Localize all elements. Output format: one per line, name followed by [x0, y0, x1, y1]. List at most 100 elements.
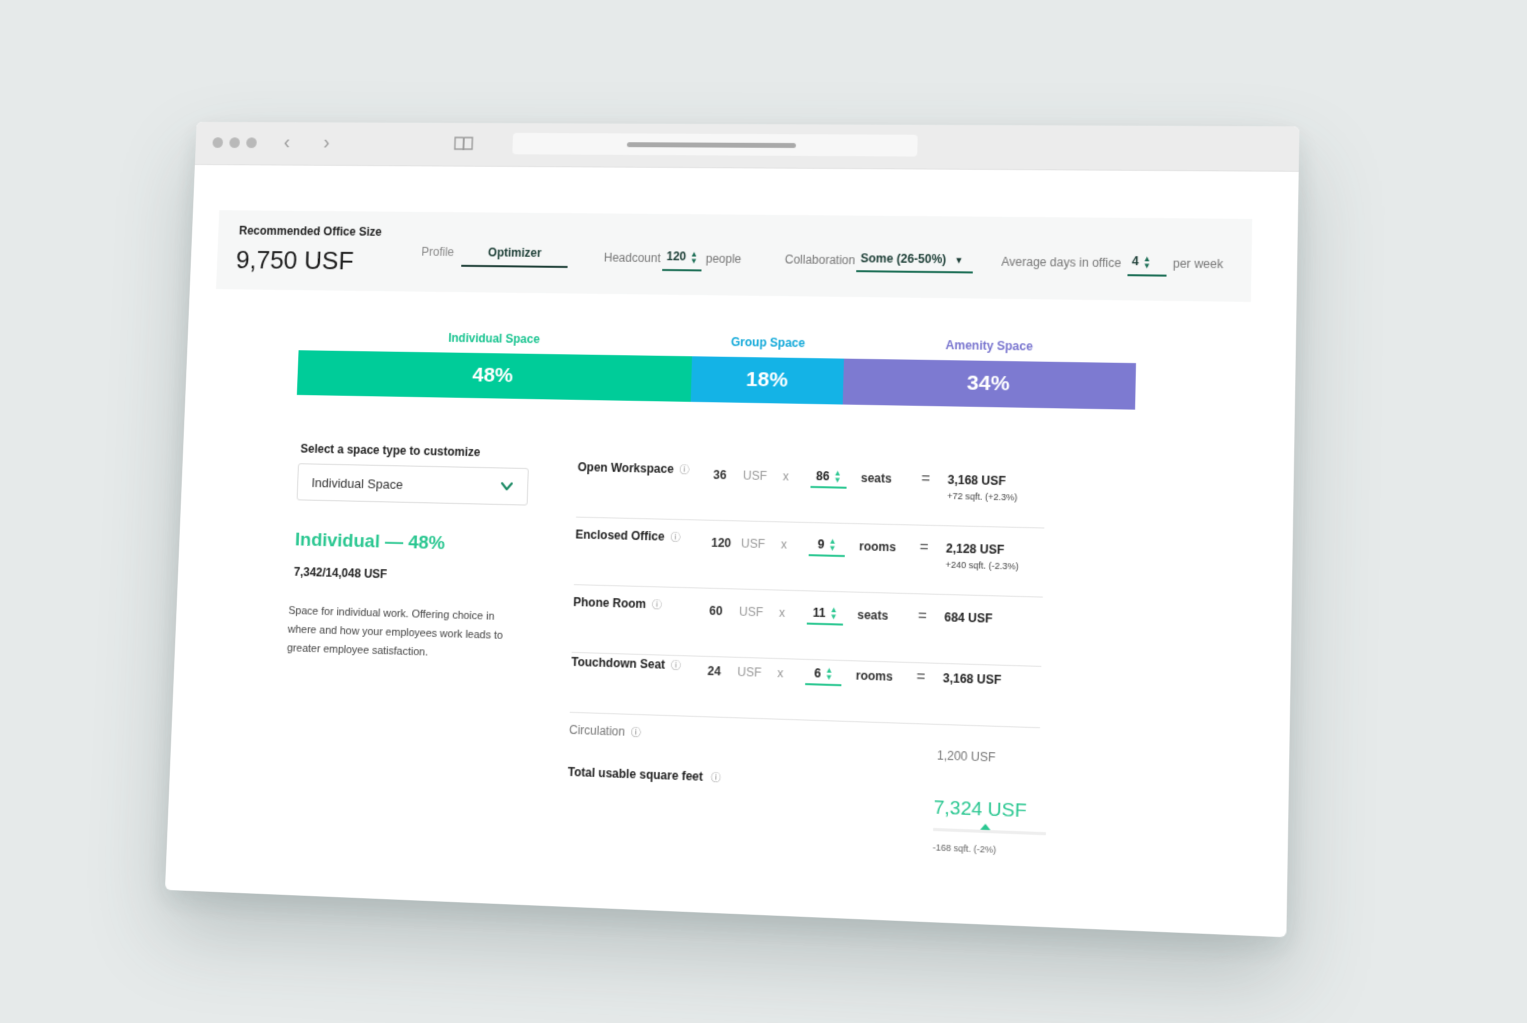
- row-quantity-stepper[interactable]: 11 ▲ ▼: [806, 602, 844, 626]
- row-name: Open Workspace: [577, 460, 674, 477]
- circulation-value: 1,200 USF: [936, 748, 996, 765]
- info-icon[interactable]: ⓘ: [652, 600, 662, 611]
- browser-window: ‹ › Recommended Office Size 9,750 USF Pr…: [164, 121, 1300, 938]
- window-zoom-dot[interactable]: [246, 137, 257, 149]
- window-minimize-dot[interactable]: [229, 137, 241, 148]
- total-usable-value: 7,324 USF: [933, 797, 1027, 823]
- row-total: 684 USF: [944, 610, 993, 626]
- amenity-space-segment[interactable]: 34%: [842, 358, 1136, 410]
- equals-sign: =: [919, 538, 929, 557]
- info-icon[interactable]: ⓘ: [711, 773, 721, 784]
- row-quantity: 9: [817, 537, 825, 552]
- total-usable-label-text: Total usable square feet: [567, 764, 704, 784]
- row-unit: seats: [857, 607, 889, 623]
- space-type-usf: 7,342/14,048 USF: [293, 564, 388, 582]
- row-rate-unit: USF: [738, 604, 764, 620]
- url-placeholder-line: [626, 142, 796, 148]
- headcount-unit: people: [705, 251, 742, 266]
- days-unit: per week: [1172, 256, 1224, 272]
- stepper-arrows-icon[interactable]: ▲ ▼: [690, 249, 698, 265]
- row-rate-unit: USF: [740, 536, 766, 552]
- space-type-select-value: Individual Space: [311, 474, 404, 492]
- individual-space-segment[interactable]: 48%: [296, 350, 693, 402]
- stepper-arrows-icon[interactable]: ▲ ▼: [828, 537, 836, 553]
- row-rate: 36: [713, 467, 727, 483]
- row-delta: +240 sqft. (-2.3%): [945, 559, 1019, 572]
- equals-sign: =: [917, 607, 928, 625]
- multiply-sign: x: [780, 537, 788, 552]
- circulation-label-text: Circulation: [568, 722, 626, 739]
- row-rate-unit: USF: [737, 664, 762, 680]
- stepper-arrows-icon[interactable]: ▲ ▼: [833, 468, 841, 484]
- headcount-stepper[interactable]: 120 ▲ ▼: [662, 247, 703, 272]
- headcount-label: Headcount: [603, 250, 661, 266]
- collaboration-select[interactable]: Some (26-50%) ▼: [856, 249, 974, 274]
- days-label: Average days in office: [1001, 254, 1122, 271]
- row-rate: 60: [709, 603, 723, 619]
- total-indicator-marker-icon: [980, 823, 991, 831]
- info-icon[interactable]: ⓘ: [631, 728, 641, 739]
- row-quantity-stepper[interactable]: 86 ▲ ▼: [810, 465, 848, 489]
- total-usable-label: Total usable square feet ⓘ: [568, 764, 722, 785]
- days-stepper[interactable]: 4 ▲ ▼: [1127, 252, 1167, 277]
- browser-toolbar: ‹ ›: [194, 121, 1300, 172]
- row-name: Enclosed Office: [575, 527, 665, 544]
- row-total: 3,168 USF: [947, 472, 1007, 489]
- row-enclosed-office: Enclosed Office ⓘ 120 USF x 9 ▲ ▼ rooms = 2…: [573, 522, 1045, 598]
- row-total: 2,128 USF: [945, 541, 1005, 557]
- row-quantity-stepper[interactable]: 6 ▲ ▼: [805, 662, 842, 687]
- row-name: Touchdown Seat: [571, 654, 666, 672]
- info-icon[interactable]: ⓘ: [671, 661, 681, 672]
- equals-sign: =: [921, 470, 931, 488]
- chevron-down-icon: [500, 479, 514, 493]
- forward-arrow-icon[interactable]: ›: [316, 132, 338, 153]
- stepper-arrows-icon[interactable]: ▲ ▼: [1143, 254, 1151, 270]
- row-name: Phone Room: [573, 595, 647, 612]
- row-quantity: 86: [815, 469, 830, 484]
- stepper-arrows-icon[interactable]: ▲ ▼: [825, 665, 833, 681]
- multiply-sign: x: [777, 666, 784, 681]
- optimizer-header: Recommended Office Size 9,750 USF Profil…: [216, 210, 1253, 302]
- row-delta: +72 sqft. (+2.3%): [947, 490, 1018, 503]
- stepper-arrows-icon[interactable]: ▲ ▼: [829, 605, 837, 621]
- recommended-size-label: Recommended Office Size: [238, 223, 382, 239]
- info-icon[interactable]: ⓘ: [670, 533, 680, 544]
- total-usable-delta: -168 sqft. (-2%): [932, 842, 997, 855]
- row-quantity-stepper[interactable]: 9 ▲ ▼: [808, 534, 846, 558]
- group-space-label: Group Space: [730, 335, 806, 351]
- back-arrow-icon[interactable]: ‹: [276, 132, 298, 153]
- caret-down-icon: ▼: [954, 255, 964, 266]
- row-open-workspace: Open Workspace ⓘ 36 USF x 86 ▲ ▼ seats = 3,…: [576, 455, 1046, 529]
- individual-space-label: Individual Space: [448, 331, 541, 347]
- equals-sign: =: [916, 668, 926, 686]
- headcount-value: 120: [666, 249, 687, 264]
- multiply-sign: x: [782, 469, 789, 484]
- multiply-sign: x: [778, 605, 786, 620]
- group-space-segment[interactable]: 18%: [690, 356, 844, 405]
- space-type-select[interactable]: Individual Space: [296, 463, 529, 506]
- row-rate-unit: USF: [742, 468, 768, 484]
- window-close-dot[interactable]: [212, 137, 224, 148]
- amenity-space-label: Amenity Space: [945, 338, 1033, 354]
- days-value: 4: [1131, 254, 1139, 269]
- tab-optimizer[interactable]: Optimizer: [461, 245, 569, 268]
- tab-profile[interactable]: Profile: [421, 245, 454, 259]
- row-unit: rooms: [858, 539, 897, 555]
- space-type-select-label: Select a space type to customize: [300, 441, 481, 460]
- row-quantity: 6: [813, 666, 822, 681]
- row-quantity: 11: [812, 605, 826, 621]
- row-unit: rooms: [855, 668, 894, 684]
- space-distribution-bar: 48% 18% 34%: [296, 350, 1136, 410]
- row-rate: 24: [707, 663, 722, 679]
- recommended-size-value: 9,750 USF: [235, 244, 355, 276]
- space-type-title: Individual — 48%: [294, 529, 446, 555]
- reader-book-icon[interactable]: [453, 135, 475, 153]
- space-type-description: Space for individual work. Offering choi…: [286, 605, 504, 659]
- row-unit: seats: [860, 470, 892, 486]
- row-rate: 120: [711, 535, 732, 551]
- row-touchdown-seat: Touchdown Seat ⓘ 24 USF x 6 ▲ ▼ rooms = 3,1…: [569, 649, 1042, 729]
- circulation-label: Circulation ⓘ: [569, 722, 641, 739]
- address-bar[interactable]: [512, 132, 918, 157]
- info-icon[interactable]: ⓘ: [679, 465, 689, 476]
- collaboration-label: Collaboration: [784, 252, 856, 268]
